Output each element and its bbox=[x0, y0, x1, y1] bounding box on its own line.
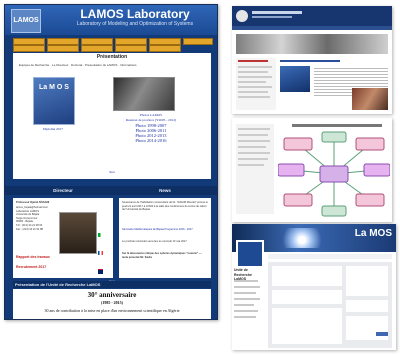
nav-button-9[interactable] bbox=[81, 45, 113, 52]
site-header: LAMOS LAMOS Laboratory Laboratory of Mod… bbox=[5, 5, 217, 35]
center-node bbox=[319, 165, 349, 183]
page-feed bbox=[268, 262, 392, 348]
news-box: Soutenance de l'habilitation universitai… bbox=[119, 198, 211, 278]
anniversary-title: 30° anniversaire bbox=[87, 291, 137, 299]
flag-icon[interactable] bbox=[98, 268, 103, 274]
presentation-heading: Présentation bbox=[96, 54, 128, 60]
shot3-cover-title: La MOS bbox=[354, 228, 392, 239]
org-node bbox=[278, 163, 305, 177]
lamos-logo-image[interactable]: La M O S bbox=[33, 77, 75, 125]
next-link[interactable]: Next bbox=[13, 171, 211, 175]
org-node bbox=[321, 131, 347, 143]
director-name: Professeur Djamil AÏSSANI bbox=[16, 201, 50, 204]
nav-button-11[interactable] bbox=[149, 45, 181, 52]
page-action-bar bbox=[268, 254, 392, 259]
group-photo[interactable] bbox=[113, 77, 175, 111]
org-node bbox=[283, 193, 313, 207]
recruitment-link[interactable]: Recrutement 2017 bbox=[16, 265, 46, 270]
nav-button-1[interactable] bbox=[13, 38, 45, 45]
nav-button-7[interactable] bbox=[13, 45, 45, 52]
news-item[interactable]: Sur la découverte critique des sphères d… bbox=[122, 252, 208, 259]
lamos-logo-text: La M O S bbox=[39, 84, 69, 91]
director-contact: lamos_bejaia@hotmail.com Laboratoire LAM… bbox=[16, 206, 56, 231]
organigram-screenshot bbox=[232, 118, 392, 222]
contact-line: Fax : (213) 34 21 51 88 bbox=[16, 227, 43, 231]
nav-button-4[interactable] bbox=[115, 38, 147, 45]
org-node bbox=[283, 137, 313, 151]
photo-link[interactable]: Photo 2014-2016 bbox=[123, 138, 179, 143]
org-node bbox=[355, 137, 385, 151]
news-item[interactable]: Soutenance de l'habilitation universitai… bbox=[122, 201, 208, 212]
section-strip: Directeur News bbox=[5, 186, 217, 195]
presentation-section: Présentation Equipes de Recherche · Le D… bbox=[13, 53, 211, 179]
nav-button-3[interactable] bbox=[81, 38, 113, 45]
shot1-nav[interactable] bbox=[232, 26, 392, 30]
anniversary-caption: 30 ans de contribution à la mise en plac… bbox=[44, 308, 180, 313]
shot1-title-line bbox=[252, 11, 302, 14]
shot1-subtitle-line bbox=[252, 16, 292, 18]
diploma-link[interactable]: Diplomé 2017 bbox=[31, 127, 75, 131]
director-heading: Directeur bbox=[53, 188, 73, 193]
shot1-header bbox=[232, 6, 392, 26]
university-emblem-icon bbox=[236, 10, 248, 22]
org-node bbox=[321, 205, 347, 217]
shot1-logo-image bbox=[280, 66, 310, 92]
shot2-title-line bbox=[292, 124, 382, 127]
presentation-links[interactable]: Equipes de Recherche · Le Directeur · Do… bbox=[19, 63, 205, 67]
photo-links: Photos LAMOS Reunion de province (Y2005 … bbox=[123, 113, 179, 143]
shot2-sidebar bbox=[236, 124, 274, 214]
page-avatar[interactable] bbox=[236, 240, 264, 268]
nav-button-2[interactable] bbox=[47, 38, 79, 45]
shot1-photo bbox=[352, 88, 388, 110]
organigram-diagram bbox=[278, 131, 390, 217]
social-page-screenshot: La MOS Unité de Recherche LaMOS bbox=[232, 224, 396, 350]
flag-icon[interactable] bbox=[98, 233, 103, 238]
nav-button-5[interactable] bbox=[149, 38, 181, 45]
site-subtitle: Laboratory of Modeling and Optimization … bbox=[76, 21, 194, 27]
director-photo bbox=[59, 212, 97, 254]
presentation-unit-heading: Présentation de l'Unité de Recherche LaM… bbox=[13, 281, 211, 288]
lamos-homepage-screenshot: LAMOS LAMOS Laboratory Laboratory of Mod… bbox=[4, 4, 218, 320]
anniversary-years: (1985 - 2015) bbox=[101, 300, 123, 305]
news-heading: News bbox=[159, 188, 171, 193]
nav-button-6[interactable] bbox=[183, 38, 213, 45]
org-node bbox=[355, 193, 385, 207]
news-item[interactable]: Le prochain séminaire aura lieu le mercr… bbox=[122, 240, 208, 244]
nav-button-10[interactable] bbox=[115, 45, 147, 52]
shot1-sidebar bbox=[236, 58, 276, 110]
news-item[interactable]: Séminaire Mathématiques de Béjaïa Progra… bbox=[122, 228, 208, 232]
anniversary-box: 30° anniversaire (1985 - 2015) 30 ans de… bbox=[13, 289, 211, 319]
org-node bbox=[363, 163, 390, 177]
director-box: Professeur Djamil AÏSSANI lamos_bejaia@h… bbox=[13, 198, 113, 278]
flag-icon[interactable] bbox=[98, 251, 103, 256]
like-button[interactable] bbox=[376, 332, 388, 336]
site-title: LAMOS Laboratory bbox=[80, 7, 190, 21]
top-nav bbox=[13, 38, 213, 52]
shot1-banner-image bbox=[236, 34, 388, 54]
flags bbox=[97, 226, 103, 280]
report-link[interactable]: Rapport des travaux bbox=[16, 255, 50, 260]
page-menu bbox=[234, 280, 264, 346]
shot1-page-title bbox=[280, 60, 340, 62]
site-logo[interactable]: LAMOS bbox=[11, 9, 41, 33]
nav-button-8[interactable] bbox=[47, 45, 79, 52]
university-site-screenshot bbox=[232, 6, 392, 114]
